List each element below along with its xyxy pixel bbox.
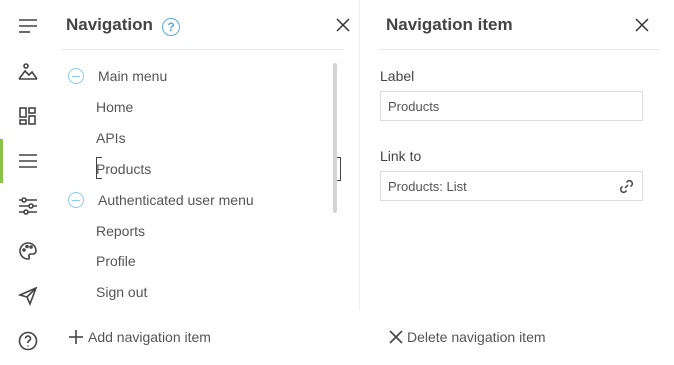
group-label: Main menu: [98, 68, 168, 84]
delete-navigation-item-button[interactable]: Delete navigation item: [389, 329, 546, 345]
tree-group-main-menu[interactable]: Main menu: [68, 66, 167, 86]
help-circle-icon[interactable]: [17, 330, 39, 352]
image-landscape-icon[interactable]: [17, 60, 39, 82]
navigation-item-title: Navigation item: [386, 15, 513, 34]
dashboard-grid-icon[interactable]: [17, 105, 39, 127]
link-to-input[interactable]: Products: List: [380, 171, 643, 201]
close-icon[interactable]: [335, 17, 353, 35]
help-icon[interactable]: ?: [162, 18, 180, 36]
link-to-input-value: Products: List: [388, 178, 467, 194]
tree-item-products[interactable]: Products: [96, 161, 151, 177]
tree-scrollbar[interactable]: [333, 63, 337, 213]
tree-item-profile[interactable]: Profile: [96, 253, 136, 269]
close-icon: [389, 330, 403, 344]
add-navigation-item-label: Add navigation item: [88, 329, 211, 345]
tree-item-reports[interactable]: Reports: [96, 223, 145, 239]
tree-item-apis[interactable]: APIs: [96, 130, 126, 146]
sliders-icon[interactable]: [17, 195, 39, 217]
link-icon[interactable]: [618, 178, 635, 195]
menu-lines-icon[interactable]: [17, 15, 39, 37]
header-divider: [378, 49, 660, 50]
label-input[interactable]: Products: [380, 91, 643, 121]
tree-item-sign-out[interactable]: Sign out: [96, 284, 147, 300]
group-label: Authenticated user menu: [98, 192, 254, 208]
link-to-field-label: Link to: [380, 148, 422, 164]
navigation-item-panel: Navigation item Label Products Link to P…: [372, 0, 674, 365]
collapse-icon[interactable]: [68, 68, 84, 84]
header-divider: [61, 49, 343, 50]
tree-item-home[interactable]: Home: [96, 99, 133, 115]
active-indicator: [0, 139, 3, 183]
send-plane-icon[interactable]: [17, 285, 39, 307]
close-icon[interactable]: [634, 17, 652, 35]
add-navigation-item-button[interactable]: Add navigation item: [68, 329, 211, 345]
tree-group-authenticated-user-menu[interactable]: Authenticated user menu: [68, 190, 254, 210]
panel-divider: [359, 0, 360, 310]
icon-rail: [0, 0, 57, 365]
plus-icon: [69, 330, 83, 344]
navigation-panel: Navigation ? Main menu Home APIs Product…: [57, 0, 359, 365]
collapse-icon[interactable]: [68, 192, 84, 208]
label-input-value: Products: [388, 98, 440, 114]
navigation-list-icon[interactable]: [17, 150, 39, 172]
label-field-label: Label: [380, 68, 415, 84]
palette-icon[interactable]: [17, 240, 39, 262]
navigation-panel-title: Navigation: [66, 15, 153, 34]
delete-navigation-item-label: Delete navigation item: [407, 329, 546, 345]
selection-bracket-left: [96, 157, 102, 179]
